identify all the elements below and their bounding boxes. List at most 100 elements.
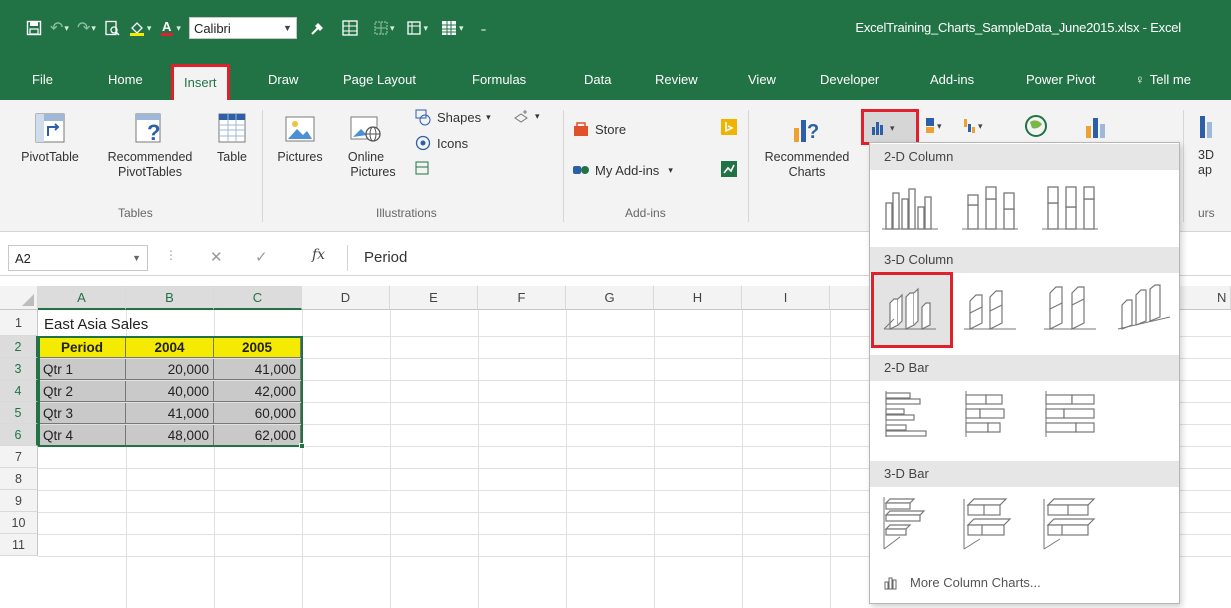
redo-icon[interactable]: ↷ ▾ (73, 15, 100, 41)
formula-input[interactable]: Period (347, 245, 867, 271)
store-button[interactable]: Store (572, 120, 626, 138)
recommended-pivot-tables-button[interactable]: ? Recommended PivotTables (95, 110, 205, 180)
column-header-f[interactable]: F (478, 286, 566, 310)
row-header-1[interactable]: 1 (0, 310, 38, 336)
icons-button[interactable]: Icons (414, 134, 468, 152)
3d-clustered-bar-icon[interactable] (880, 495, 940, 553)
tab-developer[interactable]: Developer (820, 72, 879, 87)
row-header-5[interactable]: 5 (0, 402, 38, 424)
row-header-10[interactable]: 10 (0, 512, 38, 534)
tab-data[interactable]: Data (584, 72, 611, 87)
font-color-icon[interactable]: A ▾ (155, 15, 185, 41)
stacked-bar-icon[interactable] (960, 389, 1020, 439)
tab-power-pivot[interactable]: Power Pivot (1026, 72, 1095, 87)
recommended-pivot-line2: PivotTables (118, 165, 182, 179)
column-header-b[interactable]: B (126, 286, 214, 310)
gridline (742, 310, 743, 608)
pivot-table-icon (35, 113, 65, 143)
column-header-g[interactable]: G (566, 286, 654, 310)
smartart-button[interactable] (414, 160, 430, 176)
hierarchy-chart-button[interactable]: ▾ (924, 116, 952, 136)
clustered-bar-icon[interactable] (880, 389, 940, 439)
pivot-chart-button[interactable] (1082, 112, 1110, 140)
my-addins-button[interactable]: My Add-ins ▾ (572, 162, 673, 178)
tab-formulas[interactable]: Formulas (472, 72, 526, 87)
print-preview-icon[interactable] (100, 15, 124, 41)
customize-toolbar-icon[interactable]: ₌ (474, 15, 494, 41)
row-header-6[interactable]: 6 (0, 424, 38, 446)
people-graph-button[interactable] (720, 160, 738, 178)
clustered-column-icon[interactable] (880, 181, 940, 231)
enter-icon[interactable]: ✓ (255, 248, 268, 266)
section-2d-bar: 2-D Bar (870, 355, 1179, 381)
stacked-column-icon[interactable] (960, 181, 1020, 231)
column-header-a[interactable]: A (38, 286, 126, 310)
row-header-9[interactable]: 9 (0, 490, 38, 512)
undo-icon[interactable]: ↶ ▾ (46, 15, 73, 41)
table-button[interactable]: Table (210, 110, 254, 165)
tab-page-layout[interactable]: Page Layout (343, 72, 416, 87)
row-header-4[interactable]: 4 (0, 380, 38, 402)
format-painter-icon[interactable] (305, 15, 331, 41)
100-percent-stacked-bar-icon[interactable] (1040, 389, 1100, 439)
gridline (830, 310, 831, 608)
3d-stacked-bar-icon[interactable] (960, 495, 1020, 553)
font-name-box[interactable]: Calibri ▼ (188, 17, 297, 39)
gridline (566, 310, 567, 608)
tab-draw[interactable]: Draw (268, 72, 298, 87)
column-header-c[interactable]: C (214, 286, 302, 310)
insert-function-icon[interactable]: fx (312, 247, 325, 263)
tab-tell-me[interactable]: ♀ Tell me (1135, 72, 1191, 87)
tab-insert[interactable]: Insert (171, 64, 230, 100)
more-options-icon: ⋮ (165, 248, 177, 262)
tab-add-ins[interactable]: Add-ins (930, 72, 974, 87)
row-header-7[interactable]: 7 (0, 446, 38, 468)
column-chart-highlight (861, 109, 919, 145)
recommended-charts-button[interactable]: ? Recommended Charts (752, 110, 862, 180)
column-header-i[interactable]: I (742, 286, 830, 310)
3d-models-button[interactable]: ▾ (512, 108, 540, 124)
online-pictures-button[interactable]: Online Pictures (333, 110, 399, 180)
maps-chart-button[interactable] (1022, 112, 1050, 140)
column-header-d[interactable]: D (302, 286, 390, 310)
column-header-h[interactable]: H (654, 286, 742, 310)
table-style-icon[interactable] (337, 15, 363, 41)
save-icon[interactable] (22, 15, 46, 41)
3d-100-percent-stacked-bar-icon[interactable] (1040, 495, 1100, 553)
3d-100-percent-stacked-column-icon[interactable] (1040, 283, 1100, 333)
column-header-e[interactable]: E (390, 286, 478, 310)
pivot-icon[interactable]: ▾ (402, 15, 432, 41)
row-header-11[interactable]: 11 (0, 534, 38, 556)
cell-a1-title[interactable]: East Asia Sales (40, 314, 152, 335)
pictures-button[interactable]: Pictures (270, 110, 330, 165)
row-header-3[interactable]: 3 (0, 358, 38, 380)
3d-column-icon[interactable] (1114, 283, 1174, 333)
group-separator (1183, 110, 1184, 222)
tab-view[interactable]: View (748, 72, 776, 87)
row-header-2[interactable]: 2 (0, 336, 38, 358)
section-2d-column: 2-D Column (870, 144, 1179, 170)
name-box[interactable]: A2 ▼ (8, 245, 148, 271)
document-title: ExcelTraining_Charts_SampleData_June2015… (855, 20, 1181, 35)
svg-text:▾: ▾ (937, 121, 942, 131)
tab-home[interactable]: Home (108, 72, 143, 87)
fill-handle[interactable] (299, 443, 305, 449)
borders-icon[interactable]: ▾ (369, 15, 399, 41)
bing-maps-button[interactable] (720, 118, 738, 136)
3d-map-button[interactable]: 3D ap (1190, 110, 1220, 178)
more-column-charts-label: More Column Charts... (910, 575, 1041, 590)
more-column-charts-link[interactable]: More Column Charts... (884, 575, 1041, 590)
grid-icon[interactable]: ▾ (436, 15, 468, 41)
waterfall-chart-button[interactable]: ▾ (962, 116, 990, 136)
3d-map-line2: ap (1198, 163, 1212, 177)
cancel-icon[interactable]: ✕ (210, 248, 223, 266)
select-all-corner[interactable] (0, 286, 38, 310)
tab-file[interactable]: File (32, 72, 53, 87)
shapes-button[interactable]: Shapes ▾ (414, 108, 491, 126)
row-header-8[interactable]: 8 (0, 468, 38, 490)
100-percent-stacked-column-icon[interactable] (1040, 181, 1100, 231)
pivot-table-button[interactable]: PivotTable (8, 110, 92, 165)
tab-review[interactable]: Review (655, 72, 698, 87)
fill-color-icon[interactable]: ▾ (124, 15, 156, 41)
3d-stacked-column-icon[interactable] (960, 283, 1020, 333)
